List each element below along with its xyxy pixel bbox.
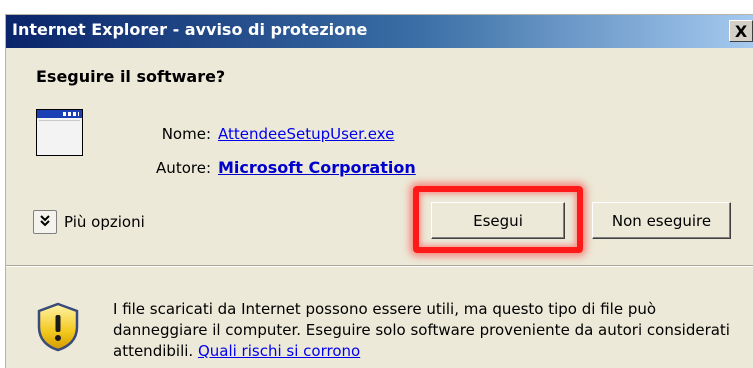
risks-link[interactable]: Quali rischi si corrono [198,342,360,360]
run-button[interactable]: Esegui [431,202,565,239]
name-label: Nome: [161,125,211,143]
more-options-button[interactable] [33,210,57,234]
author-label: Autore: [156,159,211,177]
dialog-heading: Eseguire il software? [36,67,226,86]
title-bar[interactable]: Internet Explorer - avviso di protezione… [6,15,753,48]
application-window-icon [36,109,83,156]
more-options-label[interactable]: Più opzioni [64,213,145,231]
warning-message: I file scaricati da Internet possono ess… [113,299,733,362]
window-title: Internet Explorer - avviso di protezione [12,20,368,39]
separator [6,265,753,267]
security-shield-icon [36,302,80,352]
close-button[interactable]: X [729,20,753,42]
security-warning-dialog: Internet Explorer - avviso di protezione… [5,14,753,368]
chevron-double-down-icon [40,215,50,229]
dont-run-button[interactable]: Non eseguire [592,202,731,239]
file-name-link[interactable]: AttendeeSetupUser.exe [218,125,394,143]
publisher-link[interactable]: Microsoft Corporation [218,158,416,177]
close-icon: X [734,21,748,41]
